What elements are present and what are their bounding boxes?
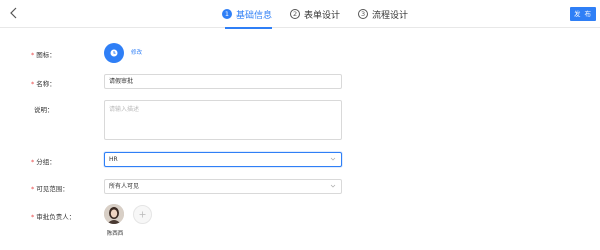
group-select-value: HR	[109, 156, 118, 163]
group-label: * 分组：	[31, 156, 56, 166]
required-mark: *	[31, 185, 35, 193]
name-label: * 名称：	[31, 78, 56, 88]
step-label: 流程设计	[372, 10, 409, 21]
required-mark: *	[31, 80, 35, 88]
icon-label: * 图标：	[31, 49, 56, 59]
step-number: 2	[290, 9, 301, 19]
tab-process-design[interactable]: 3 流程设计	[358, 0, 408, 28]
step-tabs: 1 基础信息 2 表单设计 3 流程设计	[222, 0, 408, 29]
group-select[interactable]: HR	[104, 152, 342, 167]
add-owner-button[interactable]	[133, 205, 152, 224]
scope-select[interactable]: 所有人可见	[104, 179, 342, 194]
required-mark: *	[31, 51, 35, 59]
edit-icon-link[interactable]: 修改	[131, 48, 142, 56]
tab-basic-info[interactable]: 1 基础信息	[222, 0, 273, 29]
step-number: 1	[222, 9, 232, 19]
step-label: 基础信息	[236, 10, 273, 21]
tab-form-design[interactable]: 2 表单设计	[290, 0, 340, 28]
chevron-left-icon	[10, 7, 17, 19]
required-mark: *	[31, 158, 35, 166]
owner-label: * 审批负责人：	[31, 211, 75, 221]
user-photo-icon	[104, 204, 124, 224]
avatar[interactable]	[104, 204, 124, 224]
description-textarea[interactable]: 请输入描述	[104, 100, 342, 140]
owner-label-text: 审批负责人：	[36, 213, 76, 221]
chevron-down-icon	[330, 157, 336, 161]
name-label-text: 名称：	[36, 80, 56, 88]
back-button[interactable]	[7, 5, 21, 21]
name-input[interactable]: 请假审批	[104, 74, 342, 89]
chevron-down-icon	[330, 184, 336, 188]
plus-icon	[139, 211, 146, 218]
app-icon[interactable]	[104, 43, 124, 63]
clock-icon	[110, 49, 118, 57]
icon-label-text: 图标：	[36, 51, 56, 59]
step-label: 表单设计	[304, 10, 341, 21]
group-label-text: 分组：	[36, 158, 56, 166]
scope-select-value: 所有人可见	[109, 183, 140, 190]
scope-label-text: 可见范围：	[36, 185, 69, 193]
required-mark: *	[31, 213, 35, 221]
desc-label: 说明：	[34, 106, 54, 114]
step-number: 3	[358, 9, 369, 19]
scope-label: * 可见范围：	[31, 183, 69, 193]
publish-button[interactable]: 发 布	[570, 7, 596, 21]
owner-name: 陈西西	[106, 231, 124, 237]
top-bar: 1 基础信息 2 表单设计 3 流程设计 发 布	[0, 0, 600, 29]
